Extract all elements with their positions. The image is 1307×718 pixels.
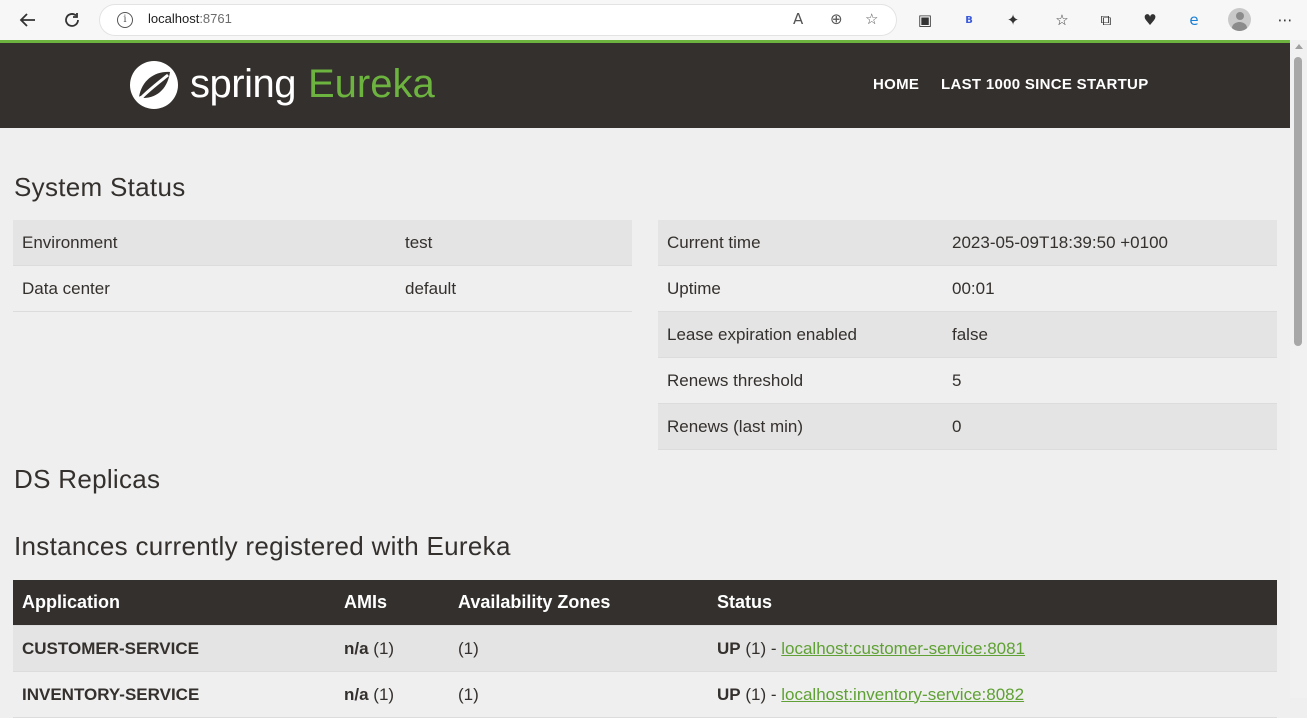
- lease-expiration-value: false: [943, 311, 1277, 358]
- current-time-label: Current time: [658, 220, 943, 266]
- edge-icon[interactable]: e: [1182, 8, 1206, 32]
- split-screen-icon[interactable]: ▣: [913, 8, 937, 32]
- data-center-value: default: [396, 265, 632, 312]
- more-menu-icon[interactable]: ⋯: [1273, 8, 1297, 32]
- table-row: CUSTOMER-SERVICE n/a (1) (1) UP (1) - lo…: [13, 625, 1277, 672]
- column-status: Status: [708, 580, 1277, 626]
- zoom-icon[interactable]: ⊕: [830, 10, 843, 28]
- favorites-icon[interactable]: ☆: [1050, 8, 1074, 32]
- application-name: CUSTOMER-SERVICE: [13, 625, 335, 672]
- column-availability-zones: Availability Zones: [449, 580, 708, 626]
- table-row: Environment test: [13, 220, 632, 266]
- table-row: Data center default: [13, 265, 632, 312]
- status-cell: UP (1) - localhost:inventory-service:808…: [708, 671, 1277, 718]
- status-cell: UP (1) - localhost:customer-service:8081: [708, 625, 1277, 672]
- system-status-left-table: Environment test Data center default: [13, 220, 632, 312]
- data-center-label: Data center: [13, 265, 396, 312]
- logo-spring-text: spring: [190, 62, 296, 106]
- table-header-row: Application AMIs Availability Zones Stat…: [13, 580, 1277, 626]
- address-url[interactable]: localhost:8761: [148, 11, 232, 26]
- renews-threshold-value: 5: [943, 357, 1277, 404]
- spring-leaf-icon: [130, 60, 178, 109]
- extensions-icon[interactable]: ✦: [1001, 8, 1025, 32]
- table-row: INVENTORY-SERVICE n/a (1) (1) UP (1) - l…: [13, 671, 1277, 718]
- spring-eureka-logo[interactable]: spring Eureka: [128, 57, 435, 112]
- extension-b-icon[interactable]: B: [957, 8, 981, 32]
- environment-value: test: [396, 220, 632, 266]
- renews-threshold-label: Renews threshold: [658, 357, 943, 404]
- amis-cell: n/a (1): [335, 671, 449, 718]
- add-favorite-icon[interactable]: ☆: [865, 10, 878, 28]
- table-row: Uptime 00:01: [658, 265, 1277, 312]
- table-row: Current time 2023-05-09T18:39:50 +0100: [658, 220, 1277, 266]
- renews-last-min-value: 0: [943, 403, 1277, 450]
- read-aloud-icon[interactable]: A: [793, 10, 803, 28]
- instances-heading: Instances currently registered with Eure…: [14, 531, 511, 561]
- renews-last-min-label: Renews (last min): [658, 403, 943, 450]
- column-application: Application: [13, 580, 335, 626]
- table-row: Lease expiration enabled false: [658, 311, 1277, 358]
- current-time-value: 2023-05-09T18:39:50 +0100: [943, 220, 1277, 266]
- ds-replicas-heading: DS Replicas: [14, 464, 161, 494]
- nav-home-link[interactable]: HOME: [873, 76, 919, 93]
- browser-toolbar: i localhost:8761 A ⊕ ☆ ▣ B ✦ ☆ ⧉ ♥ e ⋯: [0, 0, 1307, 41]
- browser-essentials-icon[interactable]: ♥: [1138, 8, 1162, 32]
- back-arrow-icon[interactable]: [14, 6, 42, 34]
- zones-cell: (1): [449, 671, 708, 718]
- site-info-icon[interactable]: i: [117, 12, 133, 28]
- lease-expiration-label: Lease expiration enabled: [658, 311, 943, 358]
- uptime-label: Uptime: [658, 265, 943, 312]
- table-row: Renews (last min) 0: [658, 403, 1277, 450]
- page-scrollbar[interactable]: [1290, 40, 1307, 698]
- environment-label: Environment: [13, 220, 396, 266]
- column-amis: AMIs: [335, 580, 449, 626]
- collections-icon[interactable]: ⧉: [1094, 8, 1118, 32]
- system-status-right-table: Current time 2023-05-09T18:39:50 +0100 U…: [658, 220, 1277, 450]
- table-row: Renews threshold 5: [658, 357, 1277, 404]
- logo-eureka-text: Eureka: [307, 62, 435, 106]
- nav-last-1000-link[interactable]: LAST 1000 SINCE STARTUP: [941, 76, 1149, 93]
- refresh-icon[interactable]: [58, 6, 86, 34]
- system-status-heading: System Status: [14, 172, 186, 202]
- uptime-value: 00:01: [943, 265, 1277, 312]
- application-name: INVENTORY-SERVICE: [13, 671, 335, 718]
- instance-link[interactable]: localhost:inventory-service:8082: [781, 685, 1024, 704]
- instance-link[interactable]: localhost:customer-service:8081: [781, 639, 1025, 658]
- zones-cell: (1): [449, 625, 708, 672]
- instances-table: Application AMIs Availability Zones Stat…: [13, 580, 1277, 718]
- address-bar[interactable]: i localhost:8761 A ⊕ ☆: [100, 5, 896, 35]
- amis-cell: n/a (1): [335, 625, 449, 672]
- profile-avatar[interactable]: [1228, 8, 1251, 31]
- eureka-navbar: spring Eureka HOME LAST 1000 SINCE START…: [0, 43, 1290, 128]
